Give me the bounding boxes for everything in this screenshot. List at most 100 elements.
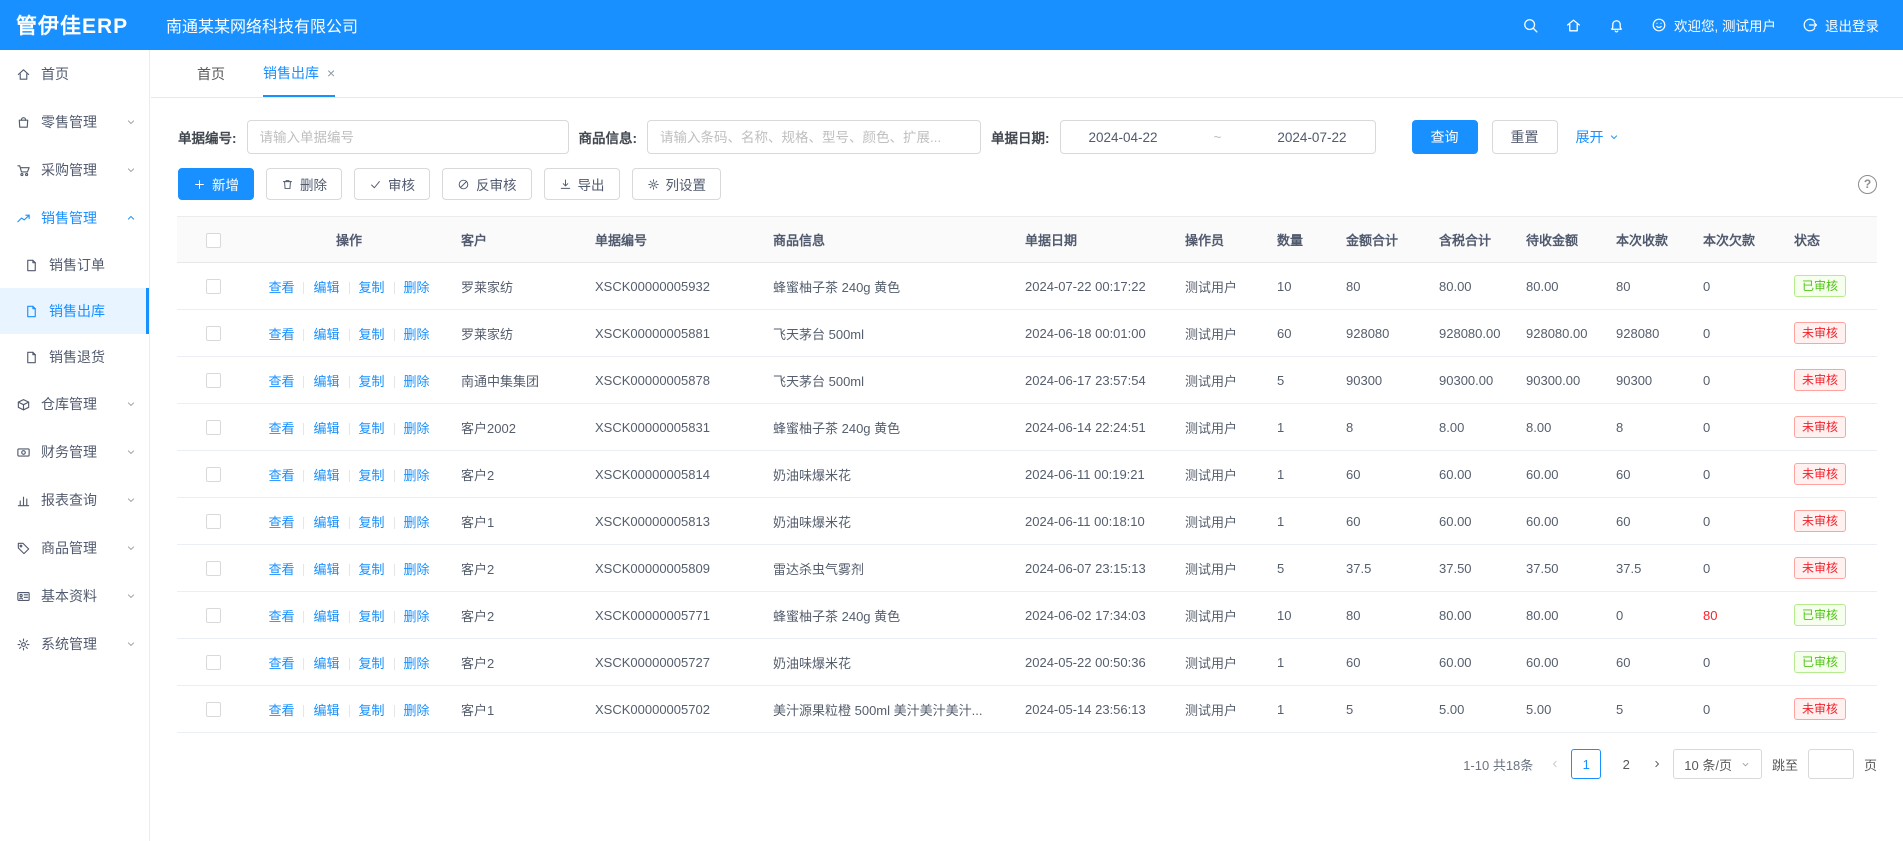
page-size-select[interactable]: 10 条/页 [1673,749,1762,779]
view-link[interactable]: 查看 [268,280,294,295]
delete-button[interactable]: 删除 [266,168,342,200]
row-checkbox[interactable] [206,702,221,717]
copy-link[interactable]: 复制 [359,609,385,624]
cell-amount: 60 [1334,639,1427,686]
edit-link[interactable]: 编辑 [313,421,339,436]
edit-link[interactable]: 编辑 [313,280,339,295]
column-settings-button[interactable]: 列设置 [632,168,722,200]
delete-link[interactable]: 删除 [404,515,430,530]
product-info-input[interactable] [647,120,981,154]
page-button-2[interactable]: 2 [1611,749,1641,779]
add-button[interactable]: 新增 [178,168,254,200]
delete-link[interactable]: 删除 [404,421,430,436]
edit-link[interactable]: 编辑 [313,703,339,718]
row-actions-cell: 查看 编辑 复制 删除 [249,404,449,451]
copy-link[interactable]: 复制 [359,515,385,530]
delete-link[interactable]: 删除 [404,656,430,671]
sidebar-item-report[interactable]: 报表查询 [0,476,149,524]
tab-home[interactable]: 首页 [197,50,225,97]
cell-product: 蜂蜜柚子茶 240g 黄色 [761,592,1013,639]
sidebar-item-product[interactable]: 商品管理 [0,524,149,572]
sidebar-item-purchase[interactable]: 采购管理 [0,146,149,194]
copy-link[interactable]: 复制 [359,703,385,718]
view-link[interactable]: 查看 [268,374,294,389]
sidebar-item-sales-outbound[interactable]: 销售出库 [0,288,149,334]
delete-link[interactable]: 删除 [404,703,430,718]
row-checkbox[interactable] [206,279,221,294]
view-link[interactable]: 查看 [268,703,294,718]
sidebar-item-warehouse[interactable]: 仓库管理 [0,380,149,428]
next-page-button[interactable] [1651,758,1663,770]
cell-customer: 罗莱家纺 [449,310,583,357]
copy-link[interactable]: 复制 [359,280,385,295]
edit-link[interactable]: 编辑 [313,609,339,624]
sidebar-item-sales-return[interactable]: 销售退货 [0,334,149,380]
sidebar-item-retail[interactable]: 零售管理 [0,98,149,146]
row-checkbox[interactable] [206,561,221,576]
bill-no-input[interactable] [247,120,569,154]
delete-link[interactable]: 删除 [404,374,430,389]
view-link[interactable]: 查看 [268,656,294,671]
search-button[interactable]: 查询 [1412,120,1478,154]
delete-link[interactable]: 删除 [404,562,430,577]
home-icon[interactable] [1565,17,1582,34]
sidebar-item-home[interactable]: 首页 [0,50,149,98]
row-checkbox[interactable] [206,467,221,482]
delete-link[interactable]: 删除 [404,468,430,483]
reset-button[interactable]: 重置 [1492,120,1558,154]
row-checkbox[interactable] [206,373,221,388]
delete-link[interactable]: 删除 [404,327,430,342]
row-checkbox[interactable] [206,608,221,623]
view-link[interactable]: 查看 [268,515,294,530]
app-logo: 管伊佳ERP [0,10,150,40]
view-link[interactable]: 查看 [268,468,294,483]
view-link[interactable]: 查看 [268,327,294,342]
edit-link[interactable]: 编辑 [313,515,339,530]
row-checkbox[interactable] [206,514,221,529]
select-all-checkbox[interactable] [206,233,221,248]
copy-link[interactable]: 复制 [359,562,385,577]
edit-link[interactable]: 编辑 [313,327,339,342]
cell-receivable: 37.50 [1514,545,1604,592]
row-checkbox[interactable] [206,420,221,435]
export-button[interactable]: 导出 [544,168,620,200]
help-icon[interactable]: ? [1858,175,1877,194]
cell-qty: 60 [1265,310,1334,357]
copy-link[interactable]: 复制 [359,656,385,671]
sidebar-item-finance[interactable]: 财务管理 [0,428,149,476]
row-checkbox[interactable] [206,655,221,670]
copy-link[interactable]: 复制 [359,468,385,483]
copy-link[interactable]: 复制 [359,374,385,389]
sidebar-item-sales-order[interactable]: 销售订单 [0,242,149,288]
audit-button[interactable]: 审核 [354,168,430,200]
edit-link[interactable]: 编辑 [313,468,339,483]
welcome-user[interactable]: 欢迎您, 测试用户 [1651,15,1776,35]
delete-link[interactable]: 删除 [404,609,430,624]
expand-link[interactable]: 展开 [1576,127,1620,147]
date-start[interactable]: 2024-04-22 [1088,130,1157,145]
jump-page-input[interactable] [1808,749,1854,779]
edit-link[interactable]: 编辑 [313,374,339,389]
copy-link[interactable]: 复制 [359,421,385,436]
view-link[interactable]: 查看 [268,562,294,577]
prev-page-button[interactable] [1549,758,1561,770]
row-checkbox[interactable] [206,326,221,341]
sidebar-item-sales[interactable]: 销售管理 [0,194,149,242]
tab-sales-outbound[interactable]: 销售出库 × [263,50,335,97]
edit-link[interactable]: 编辑 [313,562,339,577]
view-link[interactable]: 查看 [268,421,294,436]
page-button-1[interactable]: 1 [1571,749,1601,779]
edit-link[interactable]: 编辑 [313,656,339,671]
delete-link[interactable]: 删除 [404,280,430,295]
copy-link[interactable]: 复制 [359,327,385,342]
bell-icon[interactable] [1608,17,1625,34]
date-range-picker[interactable]: 2024-04-22 ~ 2024-07-22 [1060,120,1376,154]
view-link[interactable]: 查看 [268,609,294,624]
date-end[interactable]: 2024-07-22 [1277,130,1346,145]
search-icon[interactable] [1522,17,1539,34]
logout-button[interactable]: 退出登录 [1802,15,1879,35]
unaudit-button[interactable]: 反审核 [442,168,532,200]
close-icon[interactable]: × [327,65,335,81]
sidebar-item-system[interactable]: 系统管理 [0,620,149,668]
sidebar-item-basicdata[interactable]: 基本资料 [0,572,149,620]
